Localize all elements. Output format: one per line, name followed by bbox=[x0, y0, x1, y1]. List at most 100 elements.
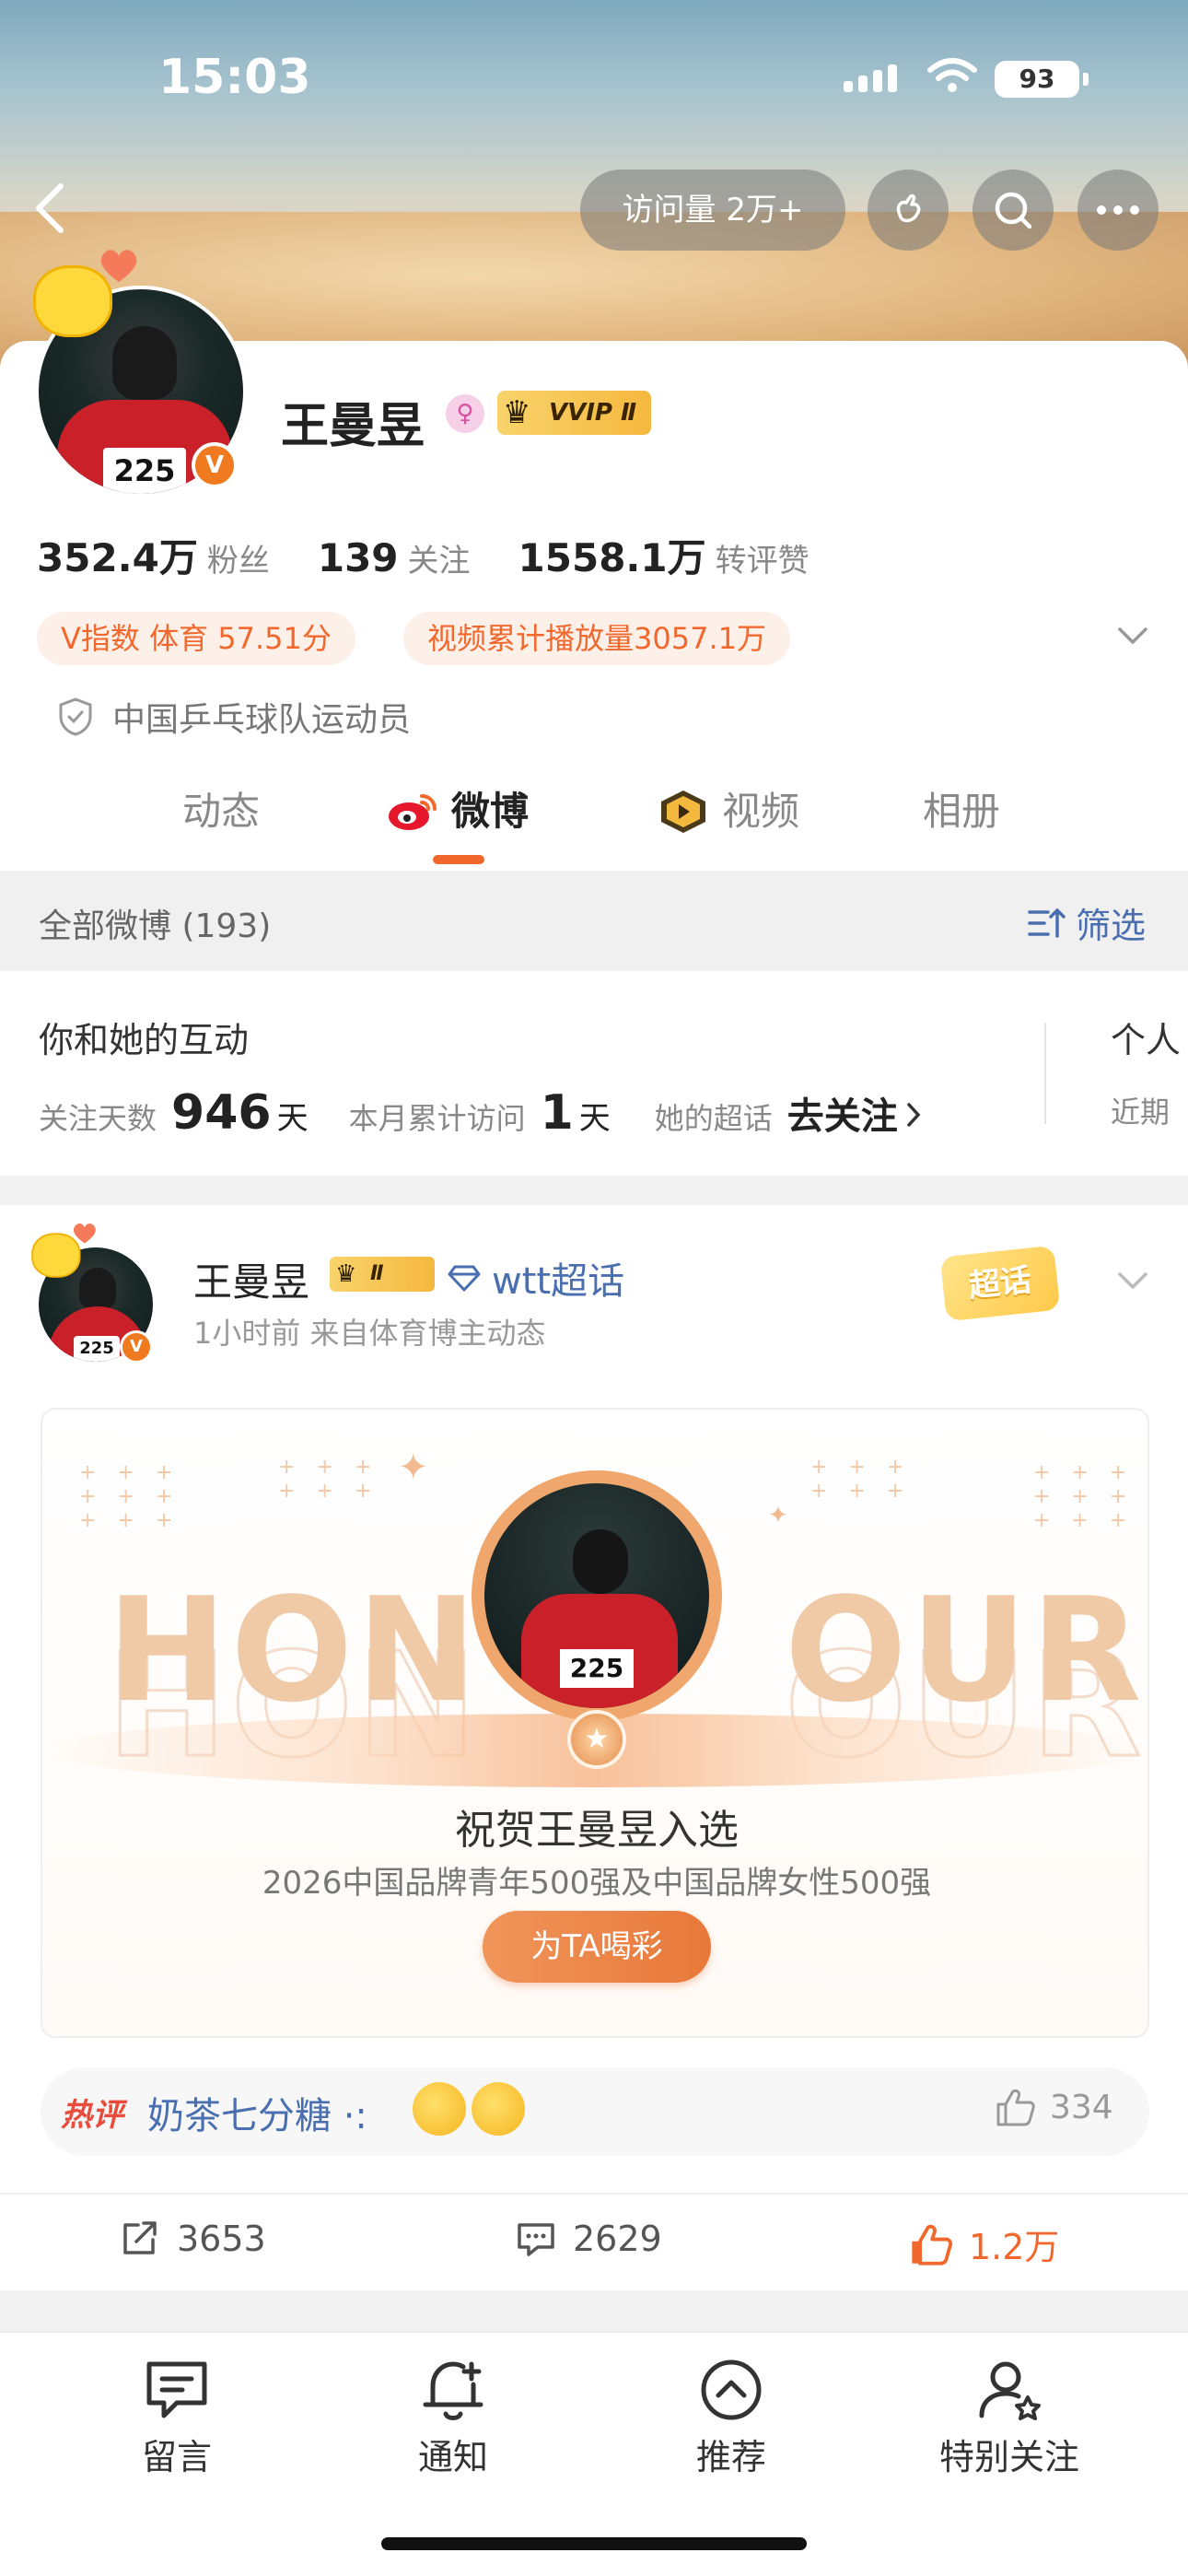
all-weibo-count[interactable]: 全部微博 (193) bbox=[39, 899, 271, 947]
honour-card[interactable]: + + + + + + + + + + + + + + + + + + + + + + … bbox=[41, 1408, 1149, 2038]
emoji-icons bbox=[413, 2082, 525, 2136]
visits-label: 本月累计访问 bbox=[348, 1101, 526, 1136]
bottom-label: 推荐 bbox=[695, 2437, 766, 2477]
diamond-icon bbox=[448, 1265, 481, 1292]
video-views-tag[interactable]: 视频累计播放量3057.1万 bbox=[403, 612, 790, 665]
post-author[interactable]: 王曼昱 bbox=[193, 1251, 309, 1307]
vvip-badge[interactable]: ♛ VVIP Ⅱ bbox=[497, 391, 652, 435]
repost-button[interactable]: 3653 bbox=[120, 2219, 266, 2259]
interaction-stats: 关注天数 946 天 本月累计访问 1 天 她的超话 去关注 bbox=[39, 1085, 922, 1141]
bottom-item-special-follow[interactable]: 特别关注 bbox=[890, 2357, 1129, 2479]
tab-label: 相册 bbox=[923, 789, 1001, 834]
hot-comment-like-count: 334 bbox=[1050, 2088, 1113, 2126]
hot-comment-username: 奶茶七分糖 bbox=[147, 2095, 332, 2137]
sparkle-dots: + + + + + + bbox=[810, 1456, 912, 1503]
signal-icon bbox=[844, 64, 897, 92]
visits-pill[interactable]: 访问量 2万+ bbox=[580, 170, 845, 251]
search-icon bbox=[995, 192, 1032, 229]
stat-label: 粉丝 bbox=[206, 543, 270, 580]
stat-engagement[interactable]: 1558.1万 转评赞 bbox=[518, 527, 809, 583]
hot-comment[interactable]: 热评 奶茶七分糖 ·: 334 bbox=[41, 2067, 1149, 2156]
tab-feed[interactable]: 动态 bbox=[182, 770, 260, 853]
status-time: 15:03 bbox=[158, 50, 311, 105]
super-topic-sticker[interactable]: 超话 bbox=[906, 1233, 1090, 1325]
chevron-right-icon bbox=[907, 1103, 921, 1127]
share-icon bbox=[123, 2221, 157, 2254]
bottom-label: 通知 bbox=[417, 2437, 488, 2477]
honour-right-text: OUR bbox=[785, 1566, 1146, 1734]
gift-button[interactable] bbox=[868, 170, 949, 251]
tab-album[interactable]: 相册 bbox=[923, 770, 1000, 853]
v-index-tag[interactable]: V指数 体育 57.51分 bbox=[37, 612, 355, 665]
filter-button[interactable]: 筛选 bbox=[1026, 897, 1146, 948]
medal-photo: 225 bbox=[484, 1483, 709, 1708]
bottom-item-recommend[interactable]: 推荐 bbox=[611, 2357, 851, 2479]
profile-name: 王曼昱 bbox=[281, 399, 425, 454]
post-topic-link[interactable]: wtt超话 bbox=[448, 1251, 624, 1305]
chevron-down-icon[interactable] bbox=[1116, 625, 1149, 647]
sparkle-dots: + + + + + + + + + bbox=[1033, 1461, 1135, 1532]
weibo-post: 225 V 王曼昱 ♛ Ⅱ wtt超话 1小时前 来自体育博主动态 超话 + +… bbox=[0, 1205, 1188, 2290]
heart-icon bbox=[73, 1223, 96, 1244]
home-indicator bbox=[381, 2537, 807, 2550]
stat-number: 1558.1万 bbox=[518, 535, 706, 580]
up-arrow-icon bbox=[701, 2359, 762, 2420]
follow-days-value: 946 bbox=[171, 1085, 272, 1141]
sparkle-dots: + + + + + + + + + bbox=[79, 1461, 181, 1532]
comment-button[interactable]: 2629 bbox=[516, 2219, 662, 2259]
mascot-icon bbox=[26, 1222, 96, 1284]
comment-icon bbox=[518, 2223, 554, 2256]
tab-video[interactable]: 视频 bbox=[658, 770, 799, 853]
stat-number: 139 bbox=[317, 535, 399, 580]
thumbs-up-filled-icon bbox=[912, 2224, 952, 2266]
tab-label: 动态 bbox=[182, 789, 261, 834]
bottom-item-message[interactable]: 留言 bbox=[57, 2357, 297, 2479]
hot-comment-tag: 热评 bbox=[61, 2097, 123, 2134]
follow-super-link[interactable]: 去关注 bbox=[787, 1086, 898, 1140]
profile-tabs: 动态 微博 视频 相册 bbox=[0, 770, 1188, 872]
bottom-item-notify[interactable]: 通知 bbox=[333, 2357, 573, 2479]
hot-comment-like[interactable]: 334 bbox=[995, 2088, 1113, 2126]
cheer-button[interactable]: 为TA喝彩 bbox=[483, 1911, 711, 1983]
honour-subline: 2026中国品牌青年500强及中国品牌女性500强 bbox=[262, 1865, 932, 1902]
tab-weibo[interactable]: 微博 bbox=[385, 770, 529, 853]
honour-left-text: HON bbox=[107, 1566, 481, 1734]
post-vip-label: Ⅱ bbox=[370, 1262, 384, 1285]
more-button[interactable] bbox=[1077, 170, 1159, 251]
visits-value: 1 bbox=[540, 1085, 574, 1141]
avatar-jersey-number: 225 bbox=[74, 1336, 120, 1362]
personal-card-title[interactable]: 个人 bbox=[1111, 1012, 1181, 1062]
bottom-label: 留言 bbox=[141, 2437, 212, 2477]
tab-indicator bbox=[433, 855, 484, 864]
hot-comment-user[interactable]: 奶茶七分糖 ·: bbox=[147, 2086, 367, 2139]
stat-label: 关注 bbox=[407, 543, 471, 580]
day-unit: 天 bbox=[578, 1100, 611, 1137]
back-icon[interactable] bbox=[28, 181, 74, 236]
interaction-title: 你和她的互动 bbox=[39, 1020, 250, 1060]
stat-number: 352.4万 bbox=[37, 535, 198, 580]
post-vip-badge: ♛ Ⅱ bbox=[330, 1257, 435, 1292]
chevron-down-icon[interactable] bbox=[1116, 1270, 1149, 1292]
bottom-label: 特别关注 bbox=[938, 2437, 1079, 2477]
vvip-label: VVIP Ⅱ bbox=[549, 399, 637, 427]
more-icon bbox=[1097, 205, 1139, 215]
hot-comment-sep: ·: bbox=[343, 2095, 367, 2137]
stat-fans[interactable]: 352.4万 粉丝 bbox=[37, 527, 270, 583]
stat-following[interactable]: 139 关注 bbox=[318, 535, 471, 580]
verified-v-badge: V bbox=[192, 442, 238, 488]
follow-days-label: 关注天数 bbox=[39, 1101, 157, 1136]
stat-label: 转评赞 bbox=[715, 543, 809, 580]
avatar-jersey-number: 225 bbox=[103, 448, 186, 494]
verified-info: 中国乒乓球队运动员 bbox=[57, 693, 411, 741]
medal-star-icon: ★ bbox=[567, 1710, 626, 1769]
bell-icon bbox=[423, 2361, 483, 2420]
like-button[interactable]: 1.2万 bbox=[908, 2219, 1059, 2269]
filter-bar: 全部微博 (193) 筛选 bbox=[0, 872, 1188, 971]
repost-count: 3653 bbox=[177, 2219, 266, 2259]
personal-card-sub: 近期 bbox=[1111, 1095, 1171, 1130]
medal-jersey-number: 225 bbox=[560, 1649, 634, 1688]
star-icon: ✦ bbox=[768, 1502, 788, 1529]
super-topic-label: 她的超话 bbox=[654, 1101, 773, 1136]
message-icon bbox=[146, 2361, 207, 2418]
search-button[interactable] bbox=[973, 170, 1054, 251]
